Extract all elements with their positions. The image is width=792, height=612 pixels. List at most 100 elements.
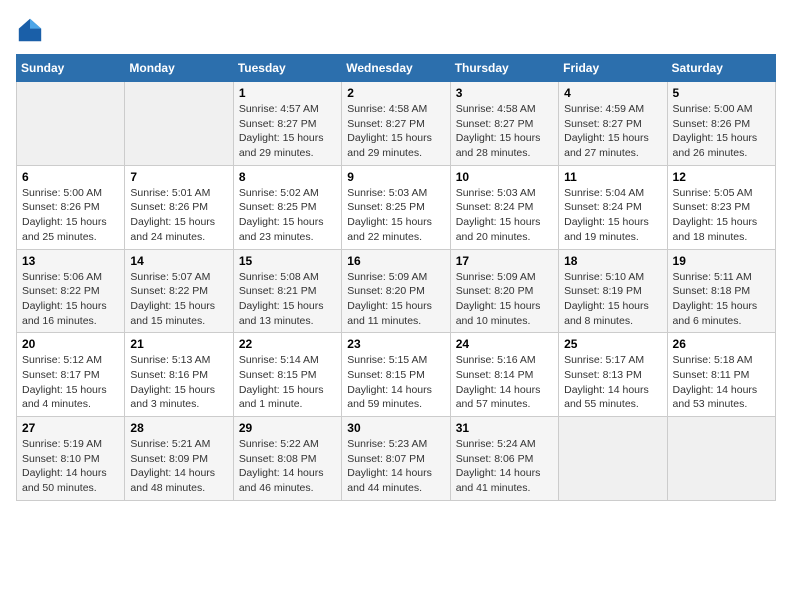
day-number: 7: [130, 170, 227, 184]
day-number: 19: [673, 254, 770, 268]
calendar-cell: 6 Sunrise: 5:00 AM Sunset: 8:26 PM Daylig…: [17, 165, 125, 249]
day-info: Sunrise: 5:06 AM Sunset: 8:22 PM Dayligh…: [22, 270, 119, 329]
day-number: 2: [347, 86, 444, 100]
page-header: [16, 16, 776, 44]
column-header-sunday: Sunday: [17, 55, 125, 82]
day-info: Sunrise: 5:21 AM Sunset: 8:09 PM Dayligh…: [130, 437, 227, 496]
calendar-cell: 25 Sunrise: 5:17 AM Sunset: 8:13 PM Dayli…: [559, 333, 667, 417]
day-number: 14: [130, 254, 227, 268]
day-number: 10: [456, 170, 553, 184]
calendar-cell: 15Sunrise: 5:08 AM Sunset: 8:21 PM Dayli…: [233, 249, 341, 333]
calendar-cell: 20 Sunrise: 5:12 AM Sunset: 8:17 PM Dayli…: [17, 333, 125, 417]
day-info: Sunrise: 5:07 AM Sunset: 8:22 PM Dayligh…: [130, 270, 227, 329]
calendar-cell: [559, 417, 667, 501]
calendar-week-row: 1 Sunrise: 4:57 AM Sunset: 8:27 PM Daylig…: [17, 82, 776, 166]
calendar-week-row: 6 Sunrise: 5:00 AM Sunset: 8:26 PM Daylig…: [17, 165, 776, 249]
day-number: 25: [564, 337, 661, 351]
logo-icon: [16, 16, 44, 44]
calendar-cell: [17, 82, 125, 166]
day-number: 8: [239, 170, 336, 184]
day-info: Sunrise: 5:15 AM Sunset: 8:15 PM Dayligh…: [347, 353, 444, 412]
day-info: Sunrise: 5:03 AM Sunset: 8:24 PM Dayligh…: [456, 186, 553, 245]
column-header-thursday: Thursday: [450, 55, 558, 82]
calendar-cell: 8 Sunrise: 5:02 AM Sunset: 8:25 PM Daylig…: [233, 165, 341, 249]
day-number: 27: [22, 421, 119, 435]
calendar-cell: 10 Sunrise: 5:03 AM Sunset: 8:24 PM Dayli…: [450, 165, 558, 249]
day-info: Sunrise: 4:58 AM Sunset: 8:27 PM Dayligh…: [347, 102, 444, 161]
day-number: 26: [673, 337, 770, 351]
calendar-cell: 13 Sunrise: 5:06 AM Sunset: 8:22 PM Dayli…: [17, 249, 125, 333]
calendar-cell: [125, 82, 233, 166]
day-number: 16: [347, 254, 444, 268]
column-header-monday: Monday: [125, 55, 233, 82]
day-number: 1: [239, 86, 336, 100]
day-number: 24: [456, 337, 553, 351]
calendar-cell: 30 Sunrise: 5:23 AM Sunset: 8:07 PM Dayli…: [342, 417, 450, 501]
day-info: Sunrise: 5:22 AM Sunset: 8:08 PM Dayligh…: [239, 437, 336, 496]
calendar-cell: 18 Sunrise: 5:10 AM Sunset: 8:19 PM Dayli…: [559, 249, 667, 333]
calendar-cell: 2 Sunrise: 4:58 AM Sunset: 8:27 PM Daylig…: [342, 82, 450, 166]
day-info: Sunrise: 5:04 AM Sunset: 8:24 PM Dayligh…: [564, 186, 661, 245]
column-header-saturday: Saturday: [667, 55, 775, 82]
calendar-cell: 29 Sunrise: 5:22 AM Sunset: 8:08 PM Dayli…: [233, 417, 341, 501]
day-number: 30: [347, 421, 444, 435]
calendar-cell: 9Sunrise: 5:03 AM Sunset: 8:25 PM Daylig…: [342, 165, 450, 249]
calendar-table: SundayMondayTuesdayWednesdayThursdayFrid…: [16, 54, 776, 501]
calendar-cell: 17Sunrise: 5:09 AM Sunset: 8:20 PM Dayli…: [450, 249, 558, 333]
logo: [16, 16, 48, 44]
calendar-cell: 22 Sunrise: 5:14 AM Sunset: 8:15 PM Dayli…: [233, 333, 341, 417]
day-info: Sunrise: 5:02 AM Sunset: 8:25 PM Dayligh…: [239, 186, 336, 245]
calendar-week-row: 13 Sunrise: 5:06 AM Sunset: 8:22 PM Dayli…: [17, 249, 776, 333]
calendar-cell: 11 Sunrise: 5:04 AM Sunset: 8:24 PM Dayli…: [559, 165, 667, 249]
day-info: Sunrise: 5:11 AM Sunset: 8:18 PM Dayligh…: [673, 270, 770, 329]
calendar-cell: 3 Sunrise: 4:58 AM Sunset: 8:27 PM Daylig…: [450, 82, 558, 166]
day-number: 13: [22, 254, 119, 268]
day-info: Sunrise: 5:05 AM Sunset: 8:23 PM Dayligh…: [673, 186, 770, 245]
day-info: Sunrise: 5:19 AM Sunset: 8:10 PM Dayligh…: [22, 437, 119, 496]
day-info: Sunrise: 5:00 AM Sunset: 8:26 PM Dayligh…: [22, 186, 119, 245]
day-number: 11: [564, 170, 661, 184]
day-info: Sunrise: 4:59 AM Sunset: 8:27 PM Dayligh…: [564, 102, 661, 161]
calendar-week-row: 20 Sunrise: 5:12 AM Sunset: 8:17 PM Dayli…: [17, 333, 776, 417]
calendar-cell: 12Sunrise: 5:05 AM Sunset: 8:23 PM Dayli…: [667, 165, 775, 249]
day-info: Sunrise: 5:12 AM Sunset: 8:17 PM Dayligh…: [22, 353, 119, 412]
day-info: Sunrise: 5:17 AM Sunset: 8:13 PM Dayligh…: [564, 353, 661, 412]
day-number: 20: [22, 337, 119, 351]
day-info: Sunrise: 5:14 AM Sunset: 8:15 PM Dayligh…: [239, 353, 336, 412]
calendar-cell: 28 Sunrise: 5:21 AM Sunset: 8:09 PM Dayli…: [125, 417, 233, 501]
day-number: 21: [130, 337, 227, 351]
calendar-cell: 5Sunrise: 5:00 AM Sunset: 8:26 PM Daylig…: [667, 82, 775, 166]
calendar-cell: 24 Sunrise: 5:16 AM Sunset: 8:14 PM Dayli…: [450, 333, 558, 417]
day-number: 28: [130, 421, 227, 435]
day-info: Sunrise: 5:00 AM Sunset: 8:26 PM Dayligh…: [673, 102, 770, 161]
day-info: Sunrise: 4:58 AM Sunset: 8:27 PM Dayligh…: [456, 102, 553, 161]
day-info: Sunrise: 5:10 AM Sunset: 8:19 PM Dayligh…: [564, 270, 661, 329]
calendar-cell: 26 Sunrise: 5:18 AM Sunset: 8:11 PM Dayli…: [667, 333, 775, 417]
day-number: 6: [22, 170, 119, 184]
day-info: Sunrise: 5:18 AM Sunset: 8:11 PM Dayligh…: [673, 353, 770, 412]
day-info: Sunrise: 5:09 AM Sunset: 8:20 PM Dayligh…: [347, 270, 444, 329]
calendar-week-row: 27 Sunrise: 5:19 AM Sunset: 8:10 PM Dayli…: [17, 417, 776, 501]
calendar-cell: 4 Sunrise: 4:59 AM Sunset: 8:27 PM Daylig…: [559, 82, 667, 166]
calendar-cell: 19 Sunrise: 5:11 AM Sunset: 8:18 PM Dayli…: [667, 249, 775, 333]
calendar-cell: 14 Sunrise: 5:07 AM Sunset: 8:22 PM Dayli…: [125, 249, 233, 333]
day-info: Sunrise: 5:23 AM Sunset: 8:07 PM Dayligh…: [347, 437, 444, 496]
calendar-cell: [667, 417, 775, 501]
day-number: 31: [456, 421, 553, 435]
day-info: Sunrise: 5:01 AM Sunset: 8:26 PM Dayligh…: [130, 186, 227, 245]
day-number: 4: [564, 86, 661, 100]
calendar-cell: 27 Sunrise: 5:19 AM Sunset: 8:10 PM Dayli…: [17, 417, 125, 501]
day-number: 18: [564, 254, 661, 268]
day-number: 22: [239, 337, 336, 351]
day-info: Sunrise: 5:16 AM Sunset: 8:14 PM Dayligh…: [456, 353, 553, 412]
day-info: Sunrise: 4:57 AM Sunset: 8:27 PM Dayligh…: [239, 102, 336, 161]
calendar-cell: 23Sunrise: 5:15 AM Sunset: 8:15 PM Dayli…: [342, 333, 450, 417]
calendar-cell: 31Sunrise: 5:24 AM Sunset: 8:06 PM Dayli…: [450, 417, 558, 501]
column-header-tuesday: Tuesday: [233, 55, 341, 82]
day-number: 3: [456, 86, 553, 100]
day-info: Sunrise: 5:03 AM Sunset: 8:25 PM Dayligh…: [347, 186, 444, 245]
calendar-cell: 21Sunrise: 5:13 AM Sunset: 8:16 PM Dayli…: [125, 333, 233, 417]
calendar-cell: 16 Sunrise: 5:09 AM Sunset: 8:20 PM Dayli…: [342, 249, 450, 333]
day-info: Sunrise: 5:09 AM Sunset: 8:20 PM Dayligh…: [456, 270, 553, 329]
day-number: 29: [239, 421, 336, 435]
